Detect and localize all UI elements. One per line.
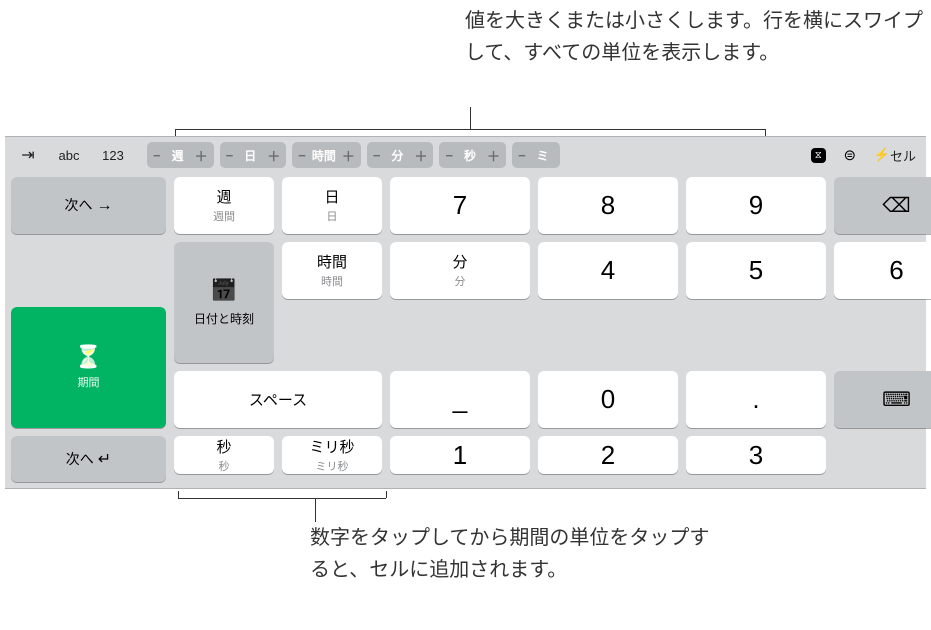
unit-main: 秒 <box>216 436 231 457</box>
unit-sub: ミリ秒 <box>316 458 349 474</box>
space-key[interactable]: スペース <box>174 371 382 428</box>
stepper-label: ミ <box>532 147 554 164</box>
callout-line <box>315 498 316 522</box>
unit-minute-key[interactable]: 分 分 <box>390 242 530 299</box>
callout-tick <box>386 491 387 498</box>
stepper-label: 秒 <box>459 147 481 164</box>
cell-button[interactable]: ⚡セル <box>874 141 916 169</box>
stepper-label: 週 <box>167 147 189 164</box>
key-9[interactable]: 9 <box>686 177 826 234</box>
callout-tick <box>765 129 766 136</box>
key-hyphen[interactable]: _ <box>390 371 530 428</box>
dismiss-keyboard-key[interactable]: ⌨ <box>834 371 931 428</box>
key-1[interactable]: 1 <box>390 436 530 474</box>
plus-icon[interactable]: ＋ <box>195 146 208 165</box>
plus-icon[interactable]: ＋ <box>342 146 355 165</box>
datetime-mode-button[interactable]: 📅 日付と時刻 <box>174 242 274 364</box>
key-0[interactable]: 0 <box>538 371 678 428</box>
unit-main: 日 <box>324 186 339 207</box>
next-return-label: 次へ <box>66 451 94 467</box>
stepper-ms[interactable]: − ミ <box>512 142 560 168</box>
number-mode-button[interactable]: 123 <box>93 141 133 169</box>
stepper-day[interactable]: − 日 ＋ <box>220 142 287 168</box>
plus-icon[interactable]: ＋ <box>267 146 280 165</box>
key-8[interactable]: 8 <box>538 177 678 234</box>
unit-second-key[interactable]: 秒 秒 <box>174 436 274 474</box>
unit-main: 時間 <box>317 251 347 272</box>
unit-sub: 日 <box>327 208 338 224</box>
keyboard-toolbar: ⇥ abc 123 − 週 ＋ − 日 ＋ − 時間 ＋ − 分 ＋ <box>5 137 926 173</box>
annotation-top: 値を大きくまたは小さくします。行を横にスワイプして、すべての単位を表示します。 <box>465 5 925 69</box>
datetime-label: 日付と時刻 <box>194 310 254 327</box>
minus-icon[interactable]: − <box>298 148 306 163</box>
stepper-hour[interactable]: − 時間 ＋ <box>292 142 361 168</box>
return-icon: ↵ <box>98 451 111 468</box>
unit-sub: 週間 <box>213 208 235 224</box>
callout-line <box>178 498 386 499</box>
unit-ms-key[interactable]: ミリ秒 ミリ秒 <box>282 436 382 474</box>
stepper-minute[interactable]: − 分 ＋ <box>367 142 434 168</box>
key-dot[interactable]: . <box>686 371 826 428</box>
callout-line <box>175 129 765 130</box>
stepper-label: 分 <box>386 147 408 164</box>
unit-main: 分 <box>452 251 467 272</box>
callout-tick <box>178 491 179 498</box>
key-grid: 次へ→ 週 週間 日 日 7 8 9 ⌫ 📅 日付と時刻 時間 時間 分 分 4… <box>11 177 920 482</box>
next-label: 次へ <box>65 197 93 213</box>
plus-icon[interactable]: ＋ <box>487 146 500 165</box>
hourglass-icon: ⏳ <box>75 344 102 370</box>
tab-key[interactable]: ⇥ <box>11 141 45 169</box>
bolt-icon: ⚡ <box>874 147 890 163</box>
key-6[interactable]: 6 <box>834 242 931 299</box>
minus-icon[interactable]: − <box>153 148 161 163</box>
unit-sub: 分 <box>455 273 466 289</box>
stepper-second[interactable]: − 秒 ＋ <box>439 142 506 168</box>
arrow-right-icon: → <box>97 197 113 214</box>
equals-icon[interactable]: ⊜ <box>838 145 862 165</box>
unit-stepper-row[interactable]: − 週 ＋ − 日 ＋ − 時間 ＋ − 分 ＋ − 秒 ＋ <box>147 142 807 168</box>
backspace-icon: ⌫ <box>882 193 910 218</box>
stepper-week[interactable]: − 週 ＋ <box>147 142 214 168</box>
stepper-label: 日 <box>239 147 261 164</box>
unit-hour-key[interactable]: 時間 時間 <box>282 242 382 299</box>
key-2[interactable]: 2 <box>538 436 678 474</box>
key-5[interactable]: 5 <box>686 242 826 299</box>
stepper-label: 時間 <box>312 147 336 164</box>
abc-mode-button[interactable]: abc <box>49 141 89 169</box>
minus-icon[interactable]: − <box>373 148 381 163</box>
unit-week-key[interactable]: 週 週間 <box>174 177 274 234</box>
key-4[interactable]: 4 <box>538 242 678 299</box>
next-return-key[interactable]: 次へ↵ <box>11 436 166 482</box>
duration-keyboard: ⇥ abc 123 − 週 ＋ − 日 ＋ − 時間 ＋ − 分 ＋ <box>5 136 926 489</box>
unit-sub: 時間 <box>321 273 343 289</box>
duration-mode-icon[interactable]: ⧖ <box>811 148 826 163</box>
minus-icon[interactable]: − <box>518 148 526 163</box>
duration-label: 期間 <box>78 374 100 390</box>
unit-sub: 秒 <box>219 458 230 474</box>
keyboard-icon: ⌨ <box>882 387 911 412</box>
minus-icon[interactable]: − <box>226 148 234 163</box>
unit-day-key[interactable]: 日 日 <box>282 177 382 234</box>
unit-main: 週 <box>216 186 231 207</box>
key-7[interactable]: 7 <box>390 177 530 234</box>
annotation-bottom: 数字をタップしてから期間の単位をタップすると、セルに追加されます。 <box>310 522 710 586</box>
callout-line <box>470 107 471 129</box>
calendar-icon: 📅 <box>210 278 237 304</box>
minus-icon[interactable]: − <box>445 148 453 163</box>
unit-main: ミリ秒 <box>309 436 354 457</box>
callout-tick <box>175 129 176 136</box>
cell-label: セル <box>890 146 916 165</box>
key-3[interactable]: 3 <box>686 436 826 474</box>
duration-mode-button[interactable]: ⏳ 期間 <box>11 307 166 429</box>
backspace-key[interactable]: ⌫ <box>834 177 931 234</box>
plus-icon[interactable]: ＋ <box>414 146 427 165</box>
next-cell-button[interactable]: 次へ→ <box>11 177 166 234</box>
